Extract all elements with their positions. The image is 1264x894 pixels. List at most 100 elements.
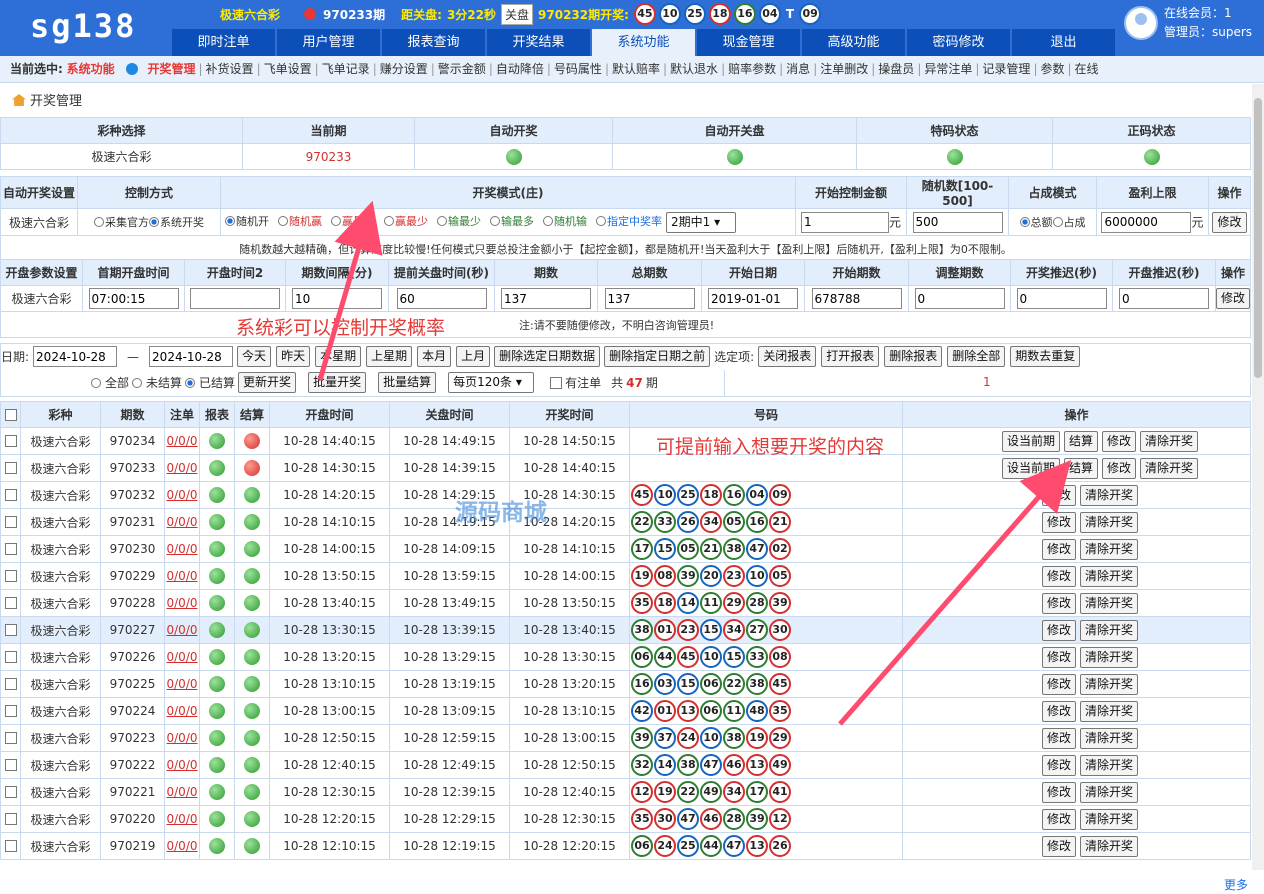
op-button-0[interactable]: 修改 bbox=[1041, 538, 1076, 560]
row-bets-link[interactable]: 0/0/0 bbox=[167, 434, 198, 448]
row-bets-link[interactable]: 0/0/0 bbox=[167, 758, 198, 772]
table-row[interactable]: 极速六合彩 970232 0/0/0 10-28 14:20:15 10-28 14:2… bbox=[0, 481, 1251, 509]
row-bets-link[interactable]: 0/0/0 bbox=[167, 569, 198, 583]
subnav-item-14[interactable]: 异常注单 bbox=[921, 62, 975, 76]
radio-mode-3[interactable] bbox=[384, 216, 394, 226]
report-status-icon[interactable] bbox=[209, 838, 225, 854]
start-date-input[interactable] bbox=[708, 288, 798, 309]
settle-status-icon[interactable] bbox=[244, 757, 260, 773]
op-button-0[interactable]: 修改 bbox=[1041, 781, 1076, 803]
periods-input[interactable] bbox=[501, 288, 591, 309]
report-status-icon[interactable] bbox=[209, 622, 225, 638]
row-bets-link[interactable]: 0/0/0 bbox=[167, 704, 198, 718]
radio-system[interactable] bbox=[149, 217, 159, 227]
op-button-1[interactable]: 结算 bbox=[1063, 430, 1098, 452]
radio-mode-0[interactable] bbox=[225, 216, 235, 226]
op-button-0[interactable]: 修改 bbox=[1041, 511, 1076, 533]
table-row[interactable]: 极速六合彩 970220 0/0/0 10-28 12:20:15 10-28 12:2… bbox=[0, 805, 1251, 833]
op-button-1[interactable]: 清除开奖 bbox=[1079, 700, 1138, 722]
radio-mode-1[interactable] bbox=[278, 216, 288, 226]
op-button-0[interactable]: 修改 bbox=[1041, 565, 1076, 587]
row-checkbox[interactable] bbox=[4, 759, 17, 771]
subnav-item-2[interactable]: 飞单设置 bbox=[261, 62, 315, 76]
row-bets-link[interactable]: 0/0/0 bbox=[167, 515, 198, 529]
row-checkbox[interactable] bbox=[4, 435, 17, 447]
quick-date-3[interactable]: 上星期 bbox=[366, 346, 413, 367]
table-row[interactable]: 极速六合彩 970221 0/0/0 10-28 12:30:15 10-28 12:3… bbox=[0, 778, 1251, 806]
radio-collect[interactable] bbox=[94, 217, 104, 227]
option-4[interactable]: 期数去重复 bbox=[1010, 346, 1081, 367]
random-input[interactable] bbox=[912, 211, 1003, 233]
option-0[interactable]: 关闭报表 bbox=[758, 346, 817, 367]
report-status-icon[interactable] bbox=[209, 433, 225, 449]
report-status-icon[interactable] bbox=[209, 649, 225, 665]
row-checkbox[interactable] bbox=[4, 462, 17, 474]
quick-date-1[interactable]: 昨天 bbox=[276, 346, 311, 367]
auto-edit-button[interactable]: 修改 bbox=[1212, 211, 1247, 233]
date-from-input[interactable] bbox=[33, 346, 118, 367]
op-button-0[interactable]: 修改 bbox=[1041, 484, 1076, 506]
subnav-item-5[interactable]: 警示金额 bbox=[435, 62, 489, 76]
nav-tab-7[interactable]: 密码修改 bbox=[907, 29, 1010, 56]
open-delay-input[interactable] bbox=[1119, 288, 1209, 309]
subnav-item-13[interactable]: 操盘员 bbox=[875, 62, 917, 76]
op-button-0[interactable]: 修改 bbox=[1041, 700, 1076, 722]
delete-before-date-button[interactable]: 删除指定日期之前 bbox=[604, 346, 711, 367]
settle-status-icon[interactable] bbox=[244, 649, 260, 665]
nav-tab-6[interactable]: 高级功能 bbox=[802, 29, 905, 56]
op-button-1[interactable]: 结算 bbox=[1063, 457, 1098, 479]
row-checkbox[interactable] bbox=[4, 651, 17, 663]
row-bets-link[interactable]: 0/0/0 bbox=[167, 785, 198, 799]
row-checkbox[interactable] bbox=[4, 786, 17, 798]
row-checkbox[interactable] bbox=[4, 732, 17, 744]
settle-status-icon[interactable] bbox=[244, 703, 260, 719]
row-bets-link[interactable]: 0/0/0 bbox=[167, 623, 198, 637]
batch-open-button[interactable]: 批量开奖 bbox=[308, 372, 367, 393]
normal-status-icon[interactable] bbox=[1143, 148, 1160, 165]
settle-status-icon[interactable] bbox=[244, 487, 260, 503]
auto-draw-status-icon[interactable] bbox=[505, 148, 522, 165]
op-button-1[interactable]: 清除开奖 bbox=[1079, 727, 1138, 749]
scrollbar[interactable] bbox=[1252, 84, 1264, 870]
table-row[interactable]: 极速六合彩 970230 0/0/0 10-28 14:00:15 10-28 14:0… bbox=[0, 535, 1251, 563]
op-button-3[interactable]: 清除开奖 bbox=[1139, 457, 1198, 479]
settle-status-icon[interactable] bbox=[244, 595, 260, 611]
row-checkbox[interactable] bbox=[4, 489, 17, 501]
settle-status-icon[interactable] bbox=[244, 622, 260, 638]
row-checkbox[interactable] bbox=[4, 678, 17, 690]
settle-status-icon[interactable] bbox=[244, 514, 260, 530]
op-button-1[interactable]: 清除开奖 bbox=[1079, 565, 1138, 587]
update-draw-button[interactable]: 更新开奖 bbox=[238, 372, 297, 393]
subnav-item-17[interactable]: 在线 bbox=[1072, 62, 1102, 76]
settle-status-icon[interactable] bbox=[244, 784, 260, 800]
date-to-input[interactable] bbox=[149, 346, 234, 367]
radio-all[interactable] bbox=[91, 377, 101, 388]
op-button-1[interactable]: 清除开奖 bbox=[1079, 673, 1138, 695]
start-amount-input[interactable] bbox=[800, 211, 889, 233]
radio-share[interactable] bbox=[1052, 217, 1063, 227]
table-row[interactable]: 极速六合彩 970229 0/0/0 10-28 13:50:15 10-28 13:5… bbox=[0, 562, 1251, 590]
op-button-0[interactable]: 修改 bbox=[1041, 646, 1076, 668]
row-bets-link[interactable]: 0/0/0 bbox=[167, 812, 198, 826]
special-status-icon[interactable] bbox=[946, 148, 963, 165]
op-button-3[interactable]: 清除开奖 bbox=[1139, 430, 1198, 452]
option-1[interactable]: 打开报表 bbox=[821, 346, 880, 367]
per-page-select[interactable]: 每页120条 ▾ bbox=[448, 372, 535, 393]
row-checkbox[interactable] bbox=[4, 624, 17, 636]
draw-delay-input[interactable] bbox=[1016, 288, 1107, 309]
op-button-0[interactable]: 修改 bbox=[1041, 754, 1076, 776]
op-button-1[interactable]: 清除开奖 bbox=[1079, 592, 1138, 614]
op-button-1[interactable]: 清除开奖 bbox=[1079, 484, 1138, 506]
op-button-0[interactable]: 修改 bbox=[1041, 727, 1076, 749]
settle-status-icon[interactable] bbox=[244, 838, 260, 854]
op-button-1[interactable]: 清除开奖 bbox=[1079, 538, 1138, 560]
report-status-icon[interactable] bbox=[209, 811, 225, 827]
subnav-item-9[interactable]: 默认退水 bbox=[667, 62, 721, 76]
subnav-item-10[interactable]: 赔率参数 bbox=[725, 62, 779, 76]
op-button-0[interactable]: 修改 bbox=[1041, 808, 1076, 830]
total-periods-input[interactable] bbox=[604, 288, 695, 309]
op-button-1[interactable]: 清除开奖 bbox=[1079, 835, 1138, 857]
quick-date-4[interactable]: 本月 bbox=[417, 346, 452, 367]
nav-tab-0[interactable]: 即时注单 bbox=[172, 29, 275, 56]
settle-status-icon[interactable] bbox=[244, 811, 260, 827]
